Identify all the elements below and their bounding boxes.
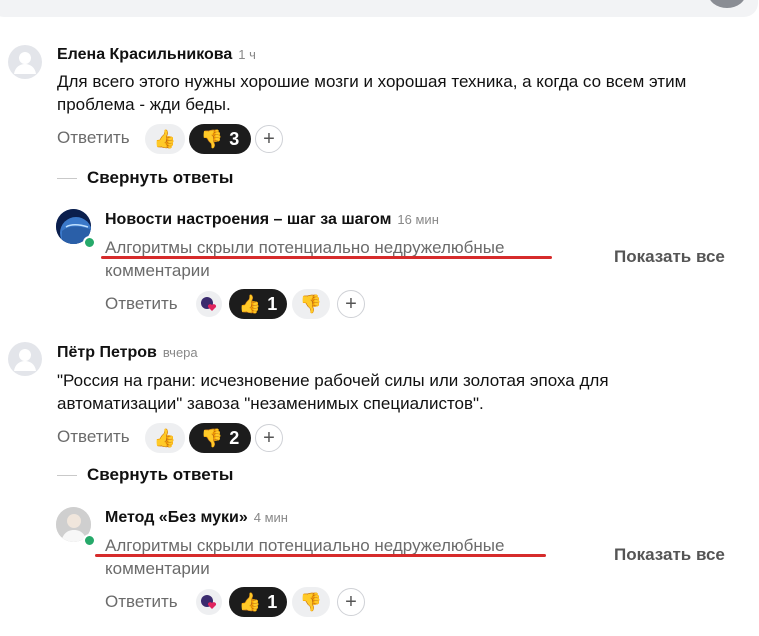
dislike-button[interactable]: 👎 xyxy=(292,289,330,319)
online-indicator xyxy=(83,236,96,249)
author-name[interactable]: Пётр Петров xyxy=(57,344,157,361)
reaction-avatar xyxy=(196,589,222,615)
like-button[interactable]: 👍 1 xyxy=(229,289,287,319)
add-reaction-button[interactable]: + xyxy=(255,125,283,153)
like-button[interactable]: 👍 xyxy=(145,124,185,154)
show-all-button[interactable]: Показать все xyxy=(614,247,725,267)
plus-icon: + xyxy=(345,591,357,613)
comment-author[interactable]: Новости настроения – шаг за шагом 16 мин xyxy=(105,211,439,229)
heart-reaction-icon xyxy=(201,297,217,311)
add-reaction-button[interactable]: + xyxy=(255,424,283,452)
divider xyxy=(57,475,77,476)
author-name[interactable]: Елена Красильникова xyxy=(57,46,232,63)
show-all-button[interactable]: Показать все xyxy=(614,545,725,565)
thumbs-up-icon: 👍 xyxy=(238,293,262,314)
divider xyxy=(57,178,77,179)
reply-button[interactable]: Ответить xyxy=(57,128,130,148)
comment-time: 1 ч xyxy=(238,47,256,62)
collapse-replies-button[interactable]: Свернуть ответы xyxy=(87,465,233,485)
hidden-comments-notice: Алгоритмы скрыли потенциально недружелюб… xyxy=(105,536,505,578)
thumbs-up-icon: 👍 xyxy=(153,128,177,149)
like-count: 1 xyxy=(267,591,278,612)
like-button[interactable]: 👍 xyxy=(145,423,185,453)
hidden-comments-notice: Алгоритмы скрыли потенциально недружелюб… xyxy=(105,238,505,280)
red-underline-annotation xyxy=(101,256,552,259)
like-count: 1 xyxy=(267,293,278,314)
plus-icon: + xyxy=(345,293,357,315)
plus-icon: + xyxy=(263,128,275,150)
heart-reaction-icon xyxy=(201,595,217,609)
reply-button[interactable]: Ответить xyxy=(105,592,178,612)
comment-author[interactable]: Пётр Петров вчера xyxy=(57,344,198,362)
thumbs-up-icon: 👍 xyxy=(153,427,177,448)
plus-icon: + xyxy=(263,427,275,449)
like-button[interactable]: 👍 1 xyxy=(229,587,287,617)
comment-text: "Россия на грани: исчезновение рабочей с… xyxy=(57,371,609,413)
comment-time: вчера xyxy=(162,345,198,360)
comment-time: 4 мин xyxy=(253,510,288,525)
reaction-avatar xyxy=(196,291,222,317)
add-reaction-button[interactable]: + xyxy=(337,290,365,318)
comment-author[interactable]: Метод «Без муки» 4 мин xyxy=(105,509,288,527)
dislike-button[interactable]: 👎 2 xyxy=(189,423,251,453)
thumbs-up-icon: 👍 xyxy=(238,591,262,612)
avatar[interactable] xyxy=(8,45,42,79)
comment-time: 16 мин xyxy=(397,212,439,227)
dislike-button[interactable]: 👎 xyxy=(292,587,330,617)
author-name[interactable]: Новости настроения – шаг за шагом xyxy=(105,211,391,228)
thumbs-down-icon: 👎 xyxy=(200,427,224,448)
reply-button[interactable]: Ответить xyxy=(105,294,178,314)
comment-author[interactable]: Елена Красильникова 1 ч xyxy=(57,46,256,64)
thumbs-down-icon: 👎 xyxy=(200,128,224,149)
collapse-replies-button[interactable]: Свернуть ответы xyxy=(87,168,233,188)
avatar[interactable] xyxy=(8,342,42,376)
dislike-count: 3 xyxy=(229,128,240,149)
add-reaction-button[interactable]: + xyxy=(337,588,365,616)
author-name[interactable]: Метод «Без муки» xyxy=(105,509,248,526)
top-bar xyxy=(0,0,758,17)
user-icon xyxy=(14,349,36,371)
dislike-button[interactable]: 👎 3 xyxy=(189,124,251,154)
online-indicator xyxy=(83,534,96,547)
thumbs-down-icon: 👎 xyxy=(299,591,323,612)
comment-text: Для всего этого нужны хорошие мозги и хо… xyxy=(57,72,687,114)
red-underline-annotation xyxy=(95,554,546,557)
user-icon xyxy=(14,52,36,74)
dislike-count: 2 xyxy=(229,427,240,448)
reply-button[interactable]: Ответить xyxy=(57,427,130,447)
thumbs-down-icon: 👎 xyxy=(299,293,323,314)
